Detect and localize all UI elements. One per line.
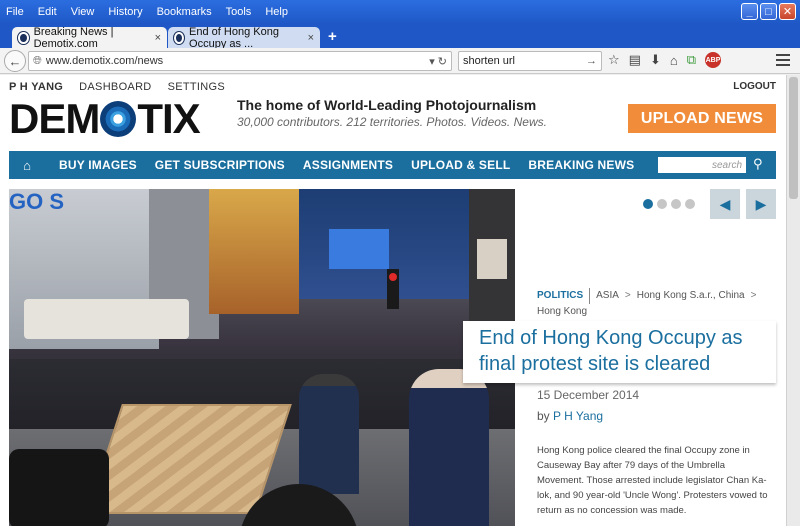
demotix-favicon-icon <box>18 31 29 44</box>
url-text: www.demotix.com/news <box>45 55 164 67</box>
search-go-icon[interactable]: → <box>586 55 597 67</box>
byline-prefix: by <box>537 409 550 423</box>
sync-icon[interactable]: ⧉ <box>687 52 696 68</box>
menu-bar: File Edit View History Bookmarks Tools H… <box>0 0 800 24</box>
hero-photo[interactable]: GO S <box>9 189 515 526</box>
scrollbar-thumb[interactable] <box>789 77 798 199</box>
tab-close-icon[interactable]: × <box>308 32 314 44</box>
article-date: 15 December 2014 <box>537 388 640 402</box>
article-categories: POLITICS ASIA > Hong Kong S.a.r., China … <box>537 288 767 320</box>
photo-canopy <box>24 299 189 339</box>
menu-view[interactable]: View <box>71 6 95 18</box>
page-scrollbar[interactable] <box>786 75 800 526</box>
browser-search-input[interactable]: shorten url → <box>458 51 602 71</box>
url-bar[interactable]: 🌐︎ www.demotix.com/news ▾ ↻ <box>28 51 452 71</box>
article-headline[interactable]: End of Hong Kong Occupy as final protest… <box>463 321 776 383</box>
menu-hamburger-icon[interactable] <box>776 54 790 69</box>
photo-building <box>209 189 299 314</box>
tab-strip: Breaking News | Demotix.com × End of Hon… <box>0 24 800 50</box>
slide-dot[interactable] <box>685 199 695 209</box>
logo-text-left: DEM <box>9 95 100 142</box>
tab-label: End of Hong Kong Occupy as ... <box>189 25 279 50</box>
reader-icon[interactable]: ▤ <box>629 52 641 68</box>
breadcrumb-hk-sar[interactable]: Hong Kong S.a.r., China <box>637 288 745 304</box>
nav-assignments[interactable]: ASSIGNMENTS <box>303 158 393 172</box>
logout-link[interactable]: LOGOUT <box>733 81 776 92</box>
menu-help[interactable]: Help <box>265 6 288 18</box>
web-page: P H YANG DASHBOARD SETTINGS LOGOUT DEM T… <box>0 75 786 526</box>
new-tab-button[interactable]: + <box>328 28 337 45</box>
breadcrumb-hong-kong[interactable]: Hong Kong <box>537 304 767 320</box>
photo-camera <box>9 449 109 526</box>
photo-sign-text: GO S <box>9 189 65 214</box>
slide-dot[interactable] <box>643 199 653 209</box>
window-controls: _ □ ✕ <box>741 3 796 20</box>
nav-breaking-news[interactable]: BREAKING NEWS <box>528 158 634 172</box>
search-icon[interactable]: ⚲ <box>753 156 763 172</box>
article-byline: by P H Yang <box>537 409 603 423</box>
close-window-button[interactable]: ✕ <box>779 3 796 20</box>
photo-building <box>299 189 469 299</box>
site-search-input[interactable]: search <box>658 157 746 173</box>
slide-next-button[interactable]: ▶ <box>746 189 776 219</box>
tab-article[interactable]: End of Hong Kong Occupy as ... × <box>168 25 320 50</box>
slide-prev-button[interactable]: ◀ <box>710 189 740 219</box>
menu-tools[interactable]: Tools <box>226 6 252 18</box>
settings-link[interactable]: SETTINGS <box>168 81 225 93</box>
browser-search-value: shorten url <box>463 55 515 67</box>
upload-news-button[interactable]: UPLOAD NEWS <box>628 104 776 133</box>
adblock-icon[interactable]: ABP <box>705 52 722 68</box>
photo-billboard <box>477 239 507 279</box>
article-summary: Hong Kong police cleared the final Occup… <box>537 445 768 516</box>
back-button[interactable]: ← <box>4 50 26 72</box>
maximize-button[interactable]: □ <box>760 3 777 20</box>
photo-traffic-light <box>387 269 399 309</box>
tab-close-icon[interactable]: × <box>155 32 161 44</box>
globe-icon: 🌐︎ <box>33 54 42 67</box>
user-name-link[interactable]: P H YANG <box>9 81 63 93</box>
logo-lens-icon <box>100 101 137 137</box>
reload-icon[interactable]: ▾ ↻ <box>429 55 447 68</box>
demotix-logo[interactable]: DEM TIX <box>9 95 201 142</box>
site-nav: ⌂ BUY IMAGES GET SUBSCRIPTIONS ASSIGNMEN… <box>9 151 776 179</box>
tab-label: Breaking News | Demotix.com <box>33 25 114 50</box>
nav-buy-images[interactable]: BUY IMAGES <box>59 158 137 172</box>
slide-dot[interactable] <box>671 199 681 209</box>
slide-dot[interactable] <box>657 199 667 209</box>
nav-get-subscriptions[interactable]: GET SUBSCRIPTIONS <box>155 158 285 172</box>
toolbar-icons: ☆ ▤ ⬇ ⌂ ⧉ ABP <box>608 52 722 68</box>
nav-toolbar: ← 🌐︎ www.demotix.com/news ▾ ↻ shorten ur… <box>0 48 800 74</box>
author-link[interactable]: P H Yang <box>553 409 603 423</box>
breadcrumb-asia[interactable]: ASIA <box>596 288 619 304</box>
logo-text-right: TIX <box>137 95 200 142</box>
minimize-button[interactable]: _ <box>741 3 758 20</box>
dashboard-link[interactable]: DASHBOARD <box>79 81 151 93</box>
photo-building <box>469 189 515 329</box>
download-icon[interactable]: ⬇ <box>650 52 661 68</box>
star-icon[interactable]: ☆ <box>608 52 620 68</box>
menu-file[interactable]: File <box>6 6 24 18</box>
site-subtagline: 30,000 contributors. 212 territories. Ph… <box>237 115 547 129</box>
photo-officer <box>409 369 489 526</box>
menu-history[interactable]: History <box>108 6 142 18</box>
photo-officer <box>299 374 359 494</box>
tab-demotix[interactable]: Breaking News | Demotix.com × <box>12 25 167 50</box>
breadcrumb-separator: > <box>624 290 631 301</box>
breadcrumb-separator: > <box>750 290 757 301</box>
home-nav-icon[interactable]: ⌂ <box>13 158 41 173</box>
slideshow-dots <box>643 199 695 209</box>
home-icon[interactable]: ⌂ <box>670 53 678 68</box>
site-tagline: The home of World-Leading Photojournalis… <box>237 97 537 113</box>
demotix-favicon-icon <box>174 31 185 44</box>
user-links: P H YANG DASHBOARD SETTINGS <box>9 81 225 93</box>
menu-bookmarks[interactable]: Bookmarks <box>157 6 212 18</box>
photo-billboard <box>329 229 389 269</box>
nav-upload-sell[interactable]: UPLOAD & SELL <box>411 158 510 172</box>
menu-edit[interactable]: Edit <box>38 6 57 18</box>
category-politics-link[interactable]: POLITICS <box>537 288 591 304</box>
